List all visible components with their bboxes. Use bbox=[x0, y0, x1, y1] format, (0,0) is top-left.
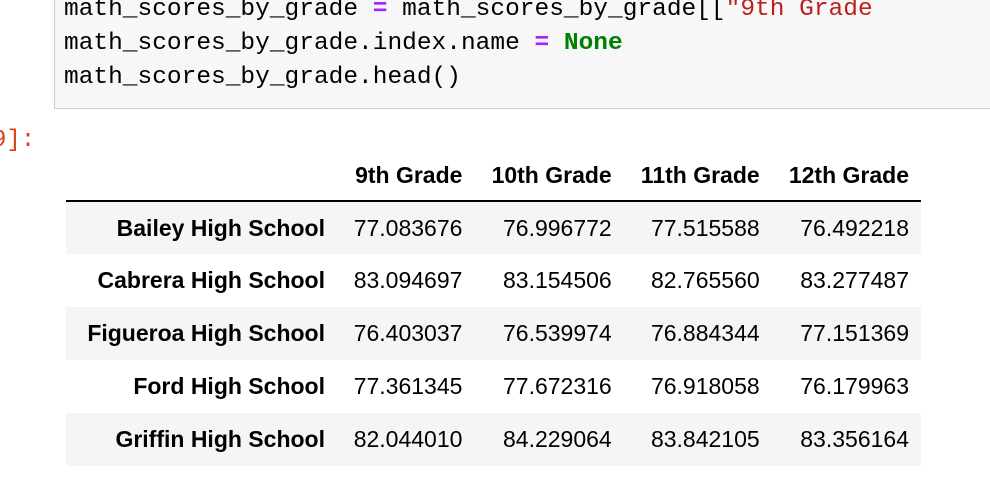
code-token-str: "9th Grade bbox=[725, 0, 873, 23]
table-cell: 76.179963 bbox=[800, 373, 909, 399]
output-prompt: 9]: bbox=[0, 127, 36, 154]
dataframe-table: 9th Grade 10th Grade 11th Grade 12th Grade … bbox=[66, 150, 921, 466]
column-header: 9th Grade bbox=[336, 150, 475, 202]
code-token-plain: math_scores_by_grade bbox=[64, 0, 373, 23]
code-token-op: = bbox=[534, 30, 550, 57]
table-cell: 76.403037 bbox=[353, 320, 463, 346]
row-index-label: Bailey High School bbox=[116, 214, 325, 241]
table-body: Bailey High School 77.083676 76.996772 77.5… bbox=[66, 201, 921, 466]
table-cell: 77.515588 bbox=[650, 214, 760, 241]
table-cell: 77.083676 bbox=[353, 214, 463, 241]
table-row: Figueroa High School 76.403037 76.539974 76… bbox=[66, 307, 921, 360]
column-header: 12th Grade bbox=[771, 150, 921, 202]
table-row: Cabrera High School 83.094697 83.154506 82.… bbox=[66, 254, 921, 307]
table-cell: 84.229064 bbox=[502, 426, 612, 452]
code-line: math_scores_by_grade.index.name = None bbox=[64, 27, 873, 61]
row-index-label: Ford High School bbox=[133, 373, 325, 399]
table-cell: 83.277487 bbox=[800, 267, 909, 293]
column-header: 11th Grade bbox=[623, 150, 772, 202]
table-cell: 76.492218 bbox=[800, 214, 909, 241]
code-token-plain: math_scores_by_grade[[ bbox=[387, 0, 726, 23]
table-cell: 83.154506 bbox=[502, 267, 612, 293]
code-line: math_scores_by_grade.head() bbox=[64, 61, 873, 95]
code-line: math_scores_by_grade = math_scores_by_gr… bbox=[64, 0, 873, 27]
table-row: Ford High School 77.361345 77.672316 76.918… bbox=[66, 360, 921, 413]
row-index-label: Figueroa High School bbox=[87, 320, 325, 346]
code-token-plain: math_scores_by_grade.head() bbox=[64, 64, 461, 91]
table-cell: 76.539974 bbox=[502, 320, 612, 346]
table-row: Griffin High School 82.044010 84.229064 83.… bbox=[66, 413, 921, 466]
table-cell: 76.884344 bbox=[650, 320, 760, 346]
table-cell: 77.361345 bbox=[353, 373, 463, 399]
table-cell: 83.842105 bbox=[650, 426, 760, 452]
table-cell: 76.996772 bbox=[502, 214, 612, 241]
table-cell: 83.094697 bbox=[353, 267, 463, 293]
row-index-label: Cabrera High School bbox=[97, 267, 325, 293]
table-cell: 77.151369 bbox=[800, 320, 909, 346]
index-header bbox=[66, 150, 337, 202]
table-header-row: 9th Grade 10th Grade 11th Grade 12th Grade bbox=[66, 150, 921, 202]
table-cell: 77.672316 bbox=[502, 373, 612, 399]
table-cell: 82.044010 bbox=[353, 426, 463, 452]
code-token-op: = bbox=[372, 0, 388, 23]
row-index-label: Griffin High School bbox=[115, 426, 325, 452]
table-cell: 76.918058 bbox=[650, 373, 760, 399]
code-token-kw: None bbox=[563, 30, 623, 57]
code-token-plain: math_scores_by_grade.index.name bbox=[64, 30, 535, 57]
column-header: 10th Grade bbox=[474, 150, 624, 202]
table-row: Bailey High School 77.083676 76.996772 77.5… bbox=[66, 201, 921, 254]
table-cell: 83.356164 bbox=[800, 426, 909, 452]
table-cell: 82.765560 bbox=[650, 267, 760, 293]
code-editor[interactable]: math_scores_by_grade = math_scores_by_gr… bbox=[64, 0, 873, 95]
code-cell-input[interactable]: math_scores_by_grade = math_scores_by_gr… bbox=[54, 0, 990, 109]
